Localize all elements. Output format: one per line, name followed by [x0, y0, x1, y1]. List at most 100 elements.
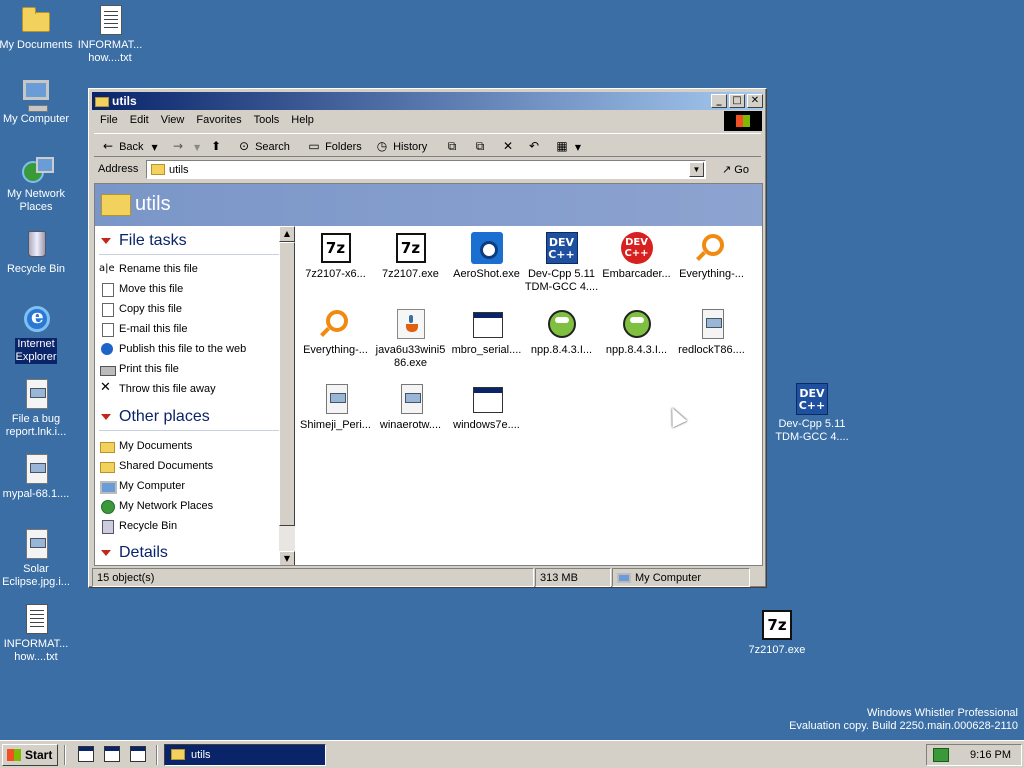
menu-file[interactable]: File — [94, 111, 124, 126]
history-icon: ◷ — [376, 139, 388, 153]
task-move[interactable]: Move this file — [99, 280, 183, 298]
file-item[interactable]: 7z 7z2107-x6... — [298, 232, 373, 281]
start-button[interactable]: Start — [2, 744, 58, 766]
other-places-heading[interactable]: Other places — [101, 408, 210, 426]
scroll-thumb[interactable] — [279, 242, 295, 526]
place-shared-documents[interactable]: Shared Documents — [99, 457, 213, 475]
task-publish[interactable]: Publish this file to the web — [99, 340, 246, 358]
file-item[interactable]: Shimeji_Peri... — [298, 383, 373, 432]
file-item[interactable]: DEV C++ Embarcader... — [599, 232, 674, 281]
search-button[interactable]: ⊙ Search — [236, 137, 290, 155]
explorer-window: utils _ □ ✕ File Edit View Favorites Tools He… — [88, 88, 767, 588]
desktop-icon-recycle-bin[interactable]: Recycle Bin — [0, 228, 74, 276]
file-item[interactable]: 7z 7z2107.exe — [373, 232, 448, 281]
file-item[interactable]: mbro_serial.... — [449, 308, 524, 357]
maximize-button[interactable]: □ — [729, 94, 745, 108]
undo-button[interactable]: ↶ — [526, 137, 542, 155]
address-input[interactable]: utils ▼ — [146, 160, 706, 179]
history-button[interactable]: ◷ History — [374, 137, 428, 155]
task-pane-scrollbar[interactable]: ▲ ▼ — [279, 226, 295, 565]
menu-favorites[interactable]: Favorites — [190, 111, 247, 126]
search-label: Search — [255, 141, 290, 153]
forward-button[interactable]: → ▼ — [170, 137, 205, 155]
move-to-icon: ⧉ — [447, 139, 457, 153]
go-button[interactable]: ↗ Go — [722, 163, 749, 176]
delete-icon — [99, 379, 115, 397]
folders-button[interactable]: ▭ Folders — [306, 137, 361, 155]
desktop-icon-informat-txt-2[interactable]: INFORMAT... how....txt — [0, 603, 74, 664]
place-my-documents[interactable]: My Documents — [99, 437, 192, 455]
address-dropdown-button[interactable]: ▼ — [689, 162, 704, 177]
delete-button[interactable]: ✕ — [500, 137, 516, 155]
image-file-icon — [320, 383, 352, 415]
file-item[interactable]: winaerotw.... — [373, 383, 448, 432]
go-arrow-icon: ↗ — [722, 163, 732, 176]
chevron-down-icon: ▼ — [574, 143, 582, 152]
desktop-icon-label: Internet Explorer — [14, 338, 58, 364]
views-button[interactable]: ▦ ▼ — [554, 137, 586, 155]
desktop-icon-7z2107[interactable]: 7z 7z2107.exe — [739, 609, 815, 657]
taskbar-button-utils[interactable]: utils — [164, 744, 326, 766]
menu-edit[interactable]: Edit — [124, 111, 155, 126]
clock[interactable]: 9:16 PM — [970, 749, 1011, 761]
desktop-icon-file-a-bug[interactable]: File a bug report.lnk.i... — [0, 378, 74, 439]
title-bar[interactable]: utils _ □ ✕ — [92, 92, 763, 110]
status-bar: 15 object(s) 313 MB My Computer — [92, 567, 763, 587]
folder-banner-title: utils — [135, 193, 171, 215]
desktop-icon-informat-txt[interactable]: INFORMAT... how....txt — [72, 4, 148, 65]
details-heading[interactable]: Details — [101, 544, 168, 562]
network-icon — [20, 153, 54, 185]
desktop-icon-internet-explorer[interactable]: Internet Explorer — [0, 303, 74, 364]
file-item[interactable]: AeroShot.exe — [449, 232, 524, 281]
desktop-icon-my-computer[interactable]: My Computer — [0, 78, 74, 126]
place-my-computer[interactable]: My Computer — [99, 477, 185, 495]
desktop-icon-solar-eclipse[interactable]: Solar Eclipse.jpg.i... — [0, 528, 74, 589]
copy-to-button[interactable]: ⧉ — [472, 137, 488, 155]
file-item[interactable]: Everything-... — [298, 308, 373, 357]
recycle-bin-icon — [99, 519, 115, 535]
scroll-up-button[interactable]: ▲ — [279, 226, 295, 242]
file-tasks-heading[interactable]: File tasks — [101, 232, 187, 250]
scroll-down-button[interactable]: ▼ — [279, 551, 295, 565]
divider — [99, 430, 281, 431]
network-status-icon[interactable] — [933, 748, 949, 762]
task-copy[interactable]: Copy this file — [99, 300, 182, 318]
desktop-icon-devcpp[interactable]: DEV C++ Dev-Cpp 5.11 TDM-GCC 4.... — [774, 383, 850, 444]
up-folder-button[interactable]: ⬆ — [208, 137, 224, 155]
back-button[interactable]: ← Back ▼ — [100, 137, 163, 155]
file-item[interactable]: redlockT86.... — [674, 308, 749, 357]
collapse-icon — [101, 413, 111, 420]
task-delete[interactable]: Throw this file away — [99, 379, 216, 398]
task-email[interactable]: E-mail this file — [99, 320, 187, 338]
quicklaunch-window-icon[interactable] — [104, 746, 120, 762]
move-icon — [99, 282, 115, 298]
file-item[interactable]: java6u33wini5 86.exe — [373, 308, 448, 370]
address-label: Address — [98, 163, 139, 175]
desktop-icon-my-network-places[interactable]: My Network Places — [0, 153, 74, 214]
place-recycle-bin[interactable]: Recycle Bin — [99, 517, 177, 535]
file-item[interactable]: DEV C++ Dev-Cpp 5.11 TDM-GCC 4.... — [524, 232, 599, 294]
quicklaunch-window-icon[interactable] — [130, 746, 146, 762]
minimize-button[interactable]: _ — [711, 94, 727, 108]
desktop-icon-label: 7z2107.exe — [748, 644, 806, 656]
task-rename[interactable]: Rename this file — [99, 260, 198, 278]
file-item[interactable]: windows7e.... — [449, 383, 524, 432]
quicklaunch-window-icon[interactable] — [78, 746, 94, 762]
place-my-network-places[interactable]: My Network Places — [99, 497, 213, 515]
menu-tools[interactable]: Tools — [248, 111, 286, 126]
close-button[interactable]: ✕ — [747, 94, 763, 108]
task-print[interactable]: Print this file — [99, 360, 179, 378]
menu-view[interactable]: View — [155, 111, 191, 126]
move-to-button[interactable]: ⧉ — [444, 137, 460, 155]
folder-icon — [101, 194, 131, 216]
desktop-icon-mypal[interactable]: mypal-68.1.... — [0, 453, 74, 501]
desktop-icon-my-documents[interactable]: My Documents — [0, 4, 74, 52]
menu-help[interactable]: Help — [285, 111, 320, 126]
desktop-icon-label: INFORMAT... how....txt — [77, 39, 143, 64]
address-bar: Address utils ▼ ↗ Go — [94, 158, 761, 182]
file-item[interactable]: Everything-... — [674, 232, 749, 281]
file-item[interactable]: npp.8.4.3.I... — [599, 308, 674, 357]
image-file-icon — [20, 453, 52, 485]
desktop-icon-label: File a bug report.lnk.i... — [5, 413, 67, 438]
file-item[interactable]: npp.8.4.3.I... — [524, 308, 599, 357]
